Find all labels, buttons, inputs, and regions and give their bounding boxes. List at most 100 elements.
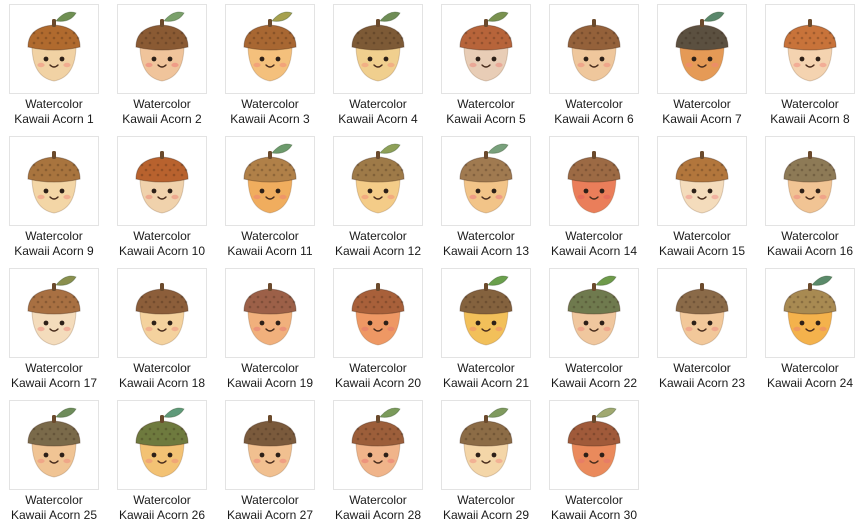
file-thumbnail[interactable] [9, 400, 99, 490]
file-name[interactable]: Watercolor Kawaii Acorn 30 [540, 493, 648, 523]
file-name[interactable]: Watercolor Kawaii Acorn 21 [432, 361, 540, 391]
file-item[interactable]: Watercolor Kawaii Acorn 10 [108, 132, 216, 264]
file-thumbnail[interactable] [549, 400, 639, 490]
file-item[interactable]: Watercolor Kawaii Acorn 5 [432, 0, 540, 132]
file-thumbnail[interactable] [657, 136, 747, 226]
file-item[interactable]: Watercolor Kawaii Acorn 19 [216, 264, 324, 396]
file-name[interactable]: Watercolor Kawaii Acorn 10 [108, 229, 216, 259]
file-name[interactable]: Watercolor Kawaii Acorn 29 [432, 493, 540, 523]
file-name[interactable]: Watercolor Kawaii Acorn 6 [540, 97, 648, 127]
file-item[interactable]: Watercolor Kawaii Acorn 21 [432, 264, 540, 396]
file-item[interactable]: Watercolor Kawaii Acorn 12 [324, 132, 432, 264]
file-thumbnail[interactable] [9, 136, 99, 226]
file-name[interactable]: Watercolor Kawaii Acorn 4 [324, 97, 432, 127]
file-item[interactable]: Watercolor Kawaii Acorn 26 [108, 396, 216, 528]
file-thumbnail[interactable] [117, 400, 207, 490]
file-item[interactable]: Watercolor Kawaii Acorn 30 [540, 396, 648, 528]
file-thumbnail[interactable] [117, 4, 207, 94]
file-name[interactable]: Watercolor Kawaii Acorn 19 [216, 361, 324, 391]
file-name[interactable]: Watercolor Kawaii Acorn 24 [756, 361, 864, 391]
file-name-line-2: Kawaii Acorn 24 [766, 376, 854, 390]
file-item[interactable]: Watercolor Kawaii Acorn 18 [108, 264, 216, 396]
file-thumbnail[interactable] [225, 136, 315, 226]
file-thumbnail[interactable] [549, 136, 639, 226]
file-name[interactable]: Watercolor Kawaii Acorn 16 [756, 229, 864, 259]
right-cheek [171, 326, 179, 332]
file-name-line-1: Watercolor [457, 229, 515, 243]
file-thumbnail[interactable] [333, 268, 423, 358]
file-name[interactable]: Watercolor Kawaii Acorn 14 [540, 229, 648, 259]
file-name-line-1: Watercolor [25, 229, 83, 243]
file-name[interactable]: Watercolor Kawaii Acorn 7 [648, 97, 756, 127]
file-name[interactable]: Watercolor Kawaii Acorn 18 [108, 361, 216, 391]
file-thumbnail[interactable] [225, 400, 315, 490]
file-thumbnail[interactable] [765, 4, 855, 94]
file-name[interactable]: Watercolor Kawaii Acorn 5 [432, 97, 540, 127]
file-thumbnail[interactable] [549, 4, 639, 94]
file-name[interactable]: Watercolor Kawaii Acorn 8 [756, 97, 864, 127]
file-item[interactable]: Watercolor Kawaii Acorn 9 [0, 132, 108, 264]
file-name-line-2: Kawaii Acorn 25 [10, 508, 98, 522]
leaf-icon [163, 407, 185, 418]
file-name[interactable]: Watercolor Kawaii Acorn 22 [540, 361, 648, 391]
file-thumbnail[interactable] [9, 268, 99, 358]
file-name[interactable]: Watercolor Kawaii Acorn 27 [216, 493, 324, 523]
file-item[interactable]: Watercolor Kawaii Acorn 11 [216, 132, 324, 264]
file-name[interactable]: Watercolor Kawaii Acorn 15 [648, 229, 756, 259]
file-item[interactable]: Watercolor Kawaii Acorn 24 [756, 264, 864, 396]
file-thumbnail[interactable] [117, 136, 207, 226]
file-item[interactable]: Watercolor Kawaii Acorn 13 [432, 132, 540, 264]
file-name[interactable]: Watercolor Kawaii Acorn 13 [432, 229, 540, 259]
file-thumbnail[interactable] [441, 268, 531, 358]
file-name[interactable]: Watercolor Kawaii Acorn 20 [324, 361, 432, 391]
file-item[interactable]: Watercolor Kawaii Acorn 20 [324, 264, 432, 396]
file-thumbnail[interactable] [333, 4, 423, 94]
file-thumbnail[interactable] [657, 268, 747, 358]
file-item[interactable]: Watercolor Kawaii Acorn 27 [216, 396, 324, 528]
file-thumbnail[interactable] [441, 400, 531, 490]
file-item[interactable]: Watercolor Kawaii Acorn 17 [0, 264, 108, 396]
file-thumbnail[interactable] [333, 136, 423, 226]
file-item[interactable]: Watercolor Kawaii Acorn 1 [0, 0, 108, 132]
file-thumbnail[interactable] [225, 4, 315, 94]
file-name-line-1: Watercolor [565, 97, 623, 111]
file-name[interactable]: Watercolor Kawaii Acorn 23 [648, 361, 756, 391]
file-item[interactable]: Watercolor Kawaii Acorn 6 [540, 0, 648, 132]
leaf-icon [55, 275, 77, 286]
file-item[interactable]: Watercolor Kawaii Acorn 15 [648, 132, 756, 264]
file-thumbnail[interactable] [657, 4, 747, 94]
file-item[interactable]: Watercolor Kawaii Acorn 7 [648, 0, 756, 132]
file-name[interactable]: Watercolor Kawaii Acorn 12 [324, 229, 432, 259]
file-item[interactable]: Watercolor Kawaii Acorn 14 [540, 132, 648, 264]
file-thumbnail[interactable] [333, 400, 423, 490]
file-name[interactable]: Watercolor Kawaii Acorn 11 [216, 229, 324, 259]
file-item[interactable]: Watercolor Kawaii Acorn 28 [324, 396, 432, 528]
file-item[interactable]: Watercolor Kawaii Acorn 4 [324, 0, 432, 132]
file-name[interactable]: Watercolor Kawaii Acorn 17 [0, 361, 108, 391]
file-item[interactable]: Watercolor Kawaii Acorn 25 [0, 396, 108, 528]
file-item[interactable]: Watercolor Kawaii Acorn 23 [648, 264, 756, 396]
file-thumbnail[interactable] [441, 136, 531, 226]
file-name-line-2: Kawaii Acorn 23 [658, 376, 746, 390]
file-name[interactable]: Watercolor Kawaii Acorn 1 [0, 97, 108, 127]
file-thumbnail[interactable] [765, 136, 855, 226]
file-item[interactable]: Watercolor Kawaii Acorn 29 [432, 396, 540, 528]
file-item[interactable]: Watercolor Kawaii Acorn 8 [756, 0, 864, 132]
file-name[interactable]: Watercolor Kawaii Acorn 26 [108, 493, 216, 523]
file-item[interactable]: Watercolor Kawaii Acorn 16 [756, 132, 864, 264]
file-thumbnail[interactable] [117, 268, 207, 358]
file-name[interactable]: Watercolor Kawaii Acorn 9 [0, 229, 108, 259]
file-name[interactable]: Watercolor Kawaii Acorn 2 [108, 97, 216, 127]
file-item[interactable]: Watercolor Kawaii Acorn 22 [540, 264, 648, 396]
file-item[interactable]: Watercolor Kawaii Acorn 2 [108, 0, 216, 132]
file-thumbnail[interactable] [549, 268, 639, 358]
file-name[interactable]: Watercolor Kawaii Acorn 3 [216, 97, 324, 127]
file-thumbnail[interactable] [225, 268, 315, 358]
file-name-line-2: Kawaii Acorn 11 [227, 244, 313, 258]
file-thumbnail[interactable] [441, 4, 531, 94]
file-thumbnail[interactable] [765, 268, 855, 358]
file-name[interactable]: Watercolor Kawaii Acorn 25 [0, 493, 108, 523]
file-item[interactable]: Watercolor Kawaii Acorn 3 [216, 0, 324, 132]
file-thumbnail[interactable] [9, 4, 99, 94]
file-name[interactable]: Watercolor Kawaii Acorn 28 [324, 493, 432, 523]
